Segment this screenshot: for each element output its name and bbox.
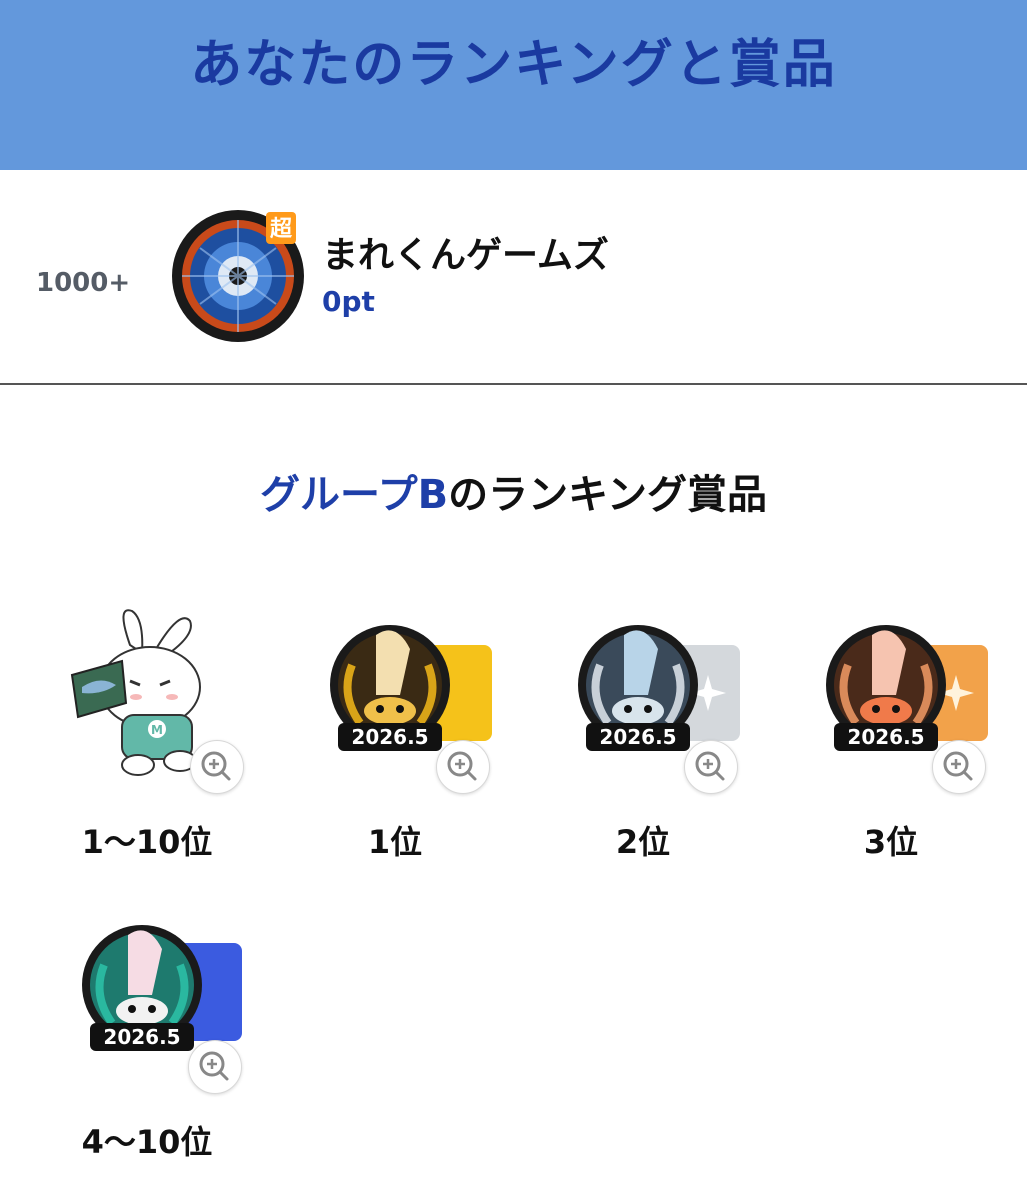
badge-year: 2026.5 bbox=[599, 725, 676, 749]
page-title: あなたのランキングと賞品 bbox=[190, 35, 837, 95]
prize-item[interactable]: 2026.5 4〜10位 bbox=[32, 905, 262, 1165]
prize-label: 3位 bbox=[863, 823, 919, 861]
section-title-rest: のランキング賞品 bbox=[448, 472, 767, 518]
zoom-button[interactable] bbox=[188, 1040, 242, 1094]
zoom-button[interactable] bbox=[190, 740, 244, 794]
prize-item[interactable]: M 1〜10位 bbox=[32, 605, 262, 865]
zoom-in-icon bbox=[695, 751, 725, 781]
zoom-in-icon bbox=[199, 1051, 229, 1081]
user-name: まれくんゲームズ bbox=[322, 235, 609, 276]
zoom-in-icon bbox=[447, 751, 477, 781]
avatar-badge-text: 超 bbox=[270, 217, 293, 242]
header-bar: あなたのランキングと賞品 bbox=[0, 0, 1027, 170]
prize-item[interactable]: 2026.5 3位 bbox=[776, 605, 1006, 865]
zoom-button[interactable] bbox=[436, 740, 490, 794]
prize-label: 1位 bbox=[367, 823, 423, 861]
badge-year: 2026.5 bbox=[351, 725, 428, 749]
group-name: グループB bbox=[260, 472, 449, 518]
zoom-button[interactable] bbox=[932, 740, 986, 794]
prize-label: 4〜10位 bbox=[81, 1123, 213, 1161]
zoom-in-icon bbox=[943, 751, 973, 781]
prize-item[interactable]: 2026.5 1位 bbox=[280, 605, 510, 865]
prize-item[interactable]: 2026.5 2位 bbox=[528, 605, 758, 865]
zoom-in-icon bbox=[201, 751, 231, 781]
section-title: グループBのランキング賞品 bbox=[0, 462, 1027, 520]
prize-label: 1〜10位 bbox=[81, 823, 213, 861]
zoom-button[interactable] bbox=[684, 740, 738, 794]
badge-year: 2026.5 bbox=[103, 1025, 180, 1049]
user-points: 0pt bbox=[322, 285, 375, 318]
prize-label: 2位 bbox=[615, 823, 671, 861]
badge-year: 2026.5 bbox=[847, 725, 924, 749]
avatar: 超 bbox=[172, 210, 304, 342]
svg-text:M: M bbox=[151, 723, 163, 737]
my-rank: 1000+ bbox=[36, 268, 131, 298]
